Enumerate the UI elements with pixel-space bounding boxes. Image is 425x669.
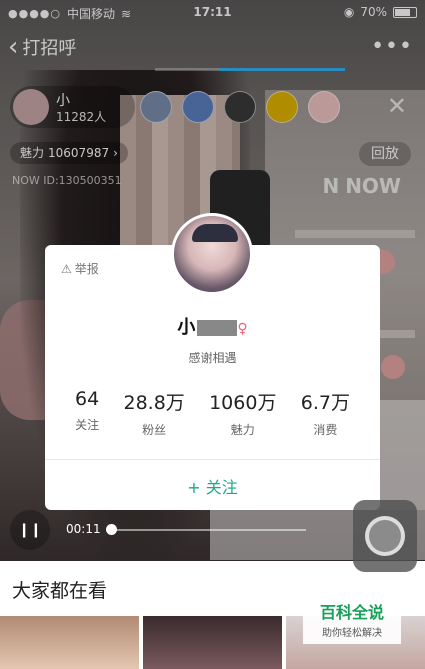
report-label: 举报 <box>74 262 99 276</box>
stat-spending[interactable]: 6.7万 消费 <box>301 388 350 438</box>
female-icon: ♀ <box>237 321 248 337</box>
watermark-subtitle: 助你轻松解决 <box>322 628 382 639</box>
profile-card: ⚠ 举报 小 ♀ 感谢相遇 64 关注 28.8万 粉丝 1060万 魅力 6.7… <box>45 213 380 510</box>
current-time: 00:11 <box>66 522 101 536</box>
stat-label: 关注 <box>75 418 100 432</box>
recommend-thumbnail[interactable] <box>143 616 282 669</box>
stat-label: 魅力 <box>230 423 255 437</box>
stat-following[interactable]: 64 关注 <box>75 388 99 438</box>
profile-name-text: 小 <box>177 317 196 338</box>
stat-label: 粉丝 <box>142 423 167 437</box>
stat-value: 1060万 <box>209 392 277 414</box>
stat-fans[interactable]: 28.8万 粉丝 <box>123 388 184 438</box>
avatar[interactable] <box>171 213 253 295</box>
profile-signature: 感谢相遇 <box>188 351 237 365</box>
stat-label: 消费 <box>313 423 338 437</box>
playback-bar: ❙❙ 00:11 <box>10 510 310 550</box>
stat-value: 64 <box>75 388 100 410</box>
seek-handle[interactable] <box>106 524 117 535</box>
recommend-thumbnail[interactable] <box>0 616 139 669</box>
profile-name: 小 ♀ <box>45 313 380 339</box>
warning-icon: ⚠ <box>61 261 72 276</box>
stat-value: 28.8万 <box>123 392 185 414</box>
pause-icon[interactable]: ❙❙ <box>10 510 50 550</box>
divider <box>45 459 380 460</box>
assistive-touch-icon <box>365 516 405 556</box>
report-button[interactable]: ⚠ 举报 <box>61 260 99 277</box>
assistive-touch[interactable] <box>353 500 417 572</box>
follow-button[interactable]: + 关注 <box>45 474 380 498</box>
name-blur <box>197 320 238 336</box>
watermark-title: 百科全说 <box>319 603 384 622</box>
profile-stats: 64 关注 28.8万 粉丝 1060万 魅力 6.7万 消费 <box>75 388 350 438</box>
watermark: 百科全说 助你轻松解决 <box>303 602 401 644</box>
seek-track[interactable] <box>106 529 306 531</box>
stat-value: 6.7万 <box>300 392 350 414</box>
section-title: 大家都在看 <box>12 580 108 602</box>
stat-charm[interactable]: 1060万 魅力 <box>209 388 276 438</box>
